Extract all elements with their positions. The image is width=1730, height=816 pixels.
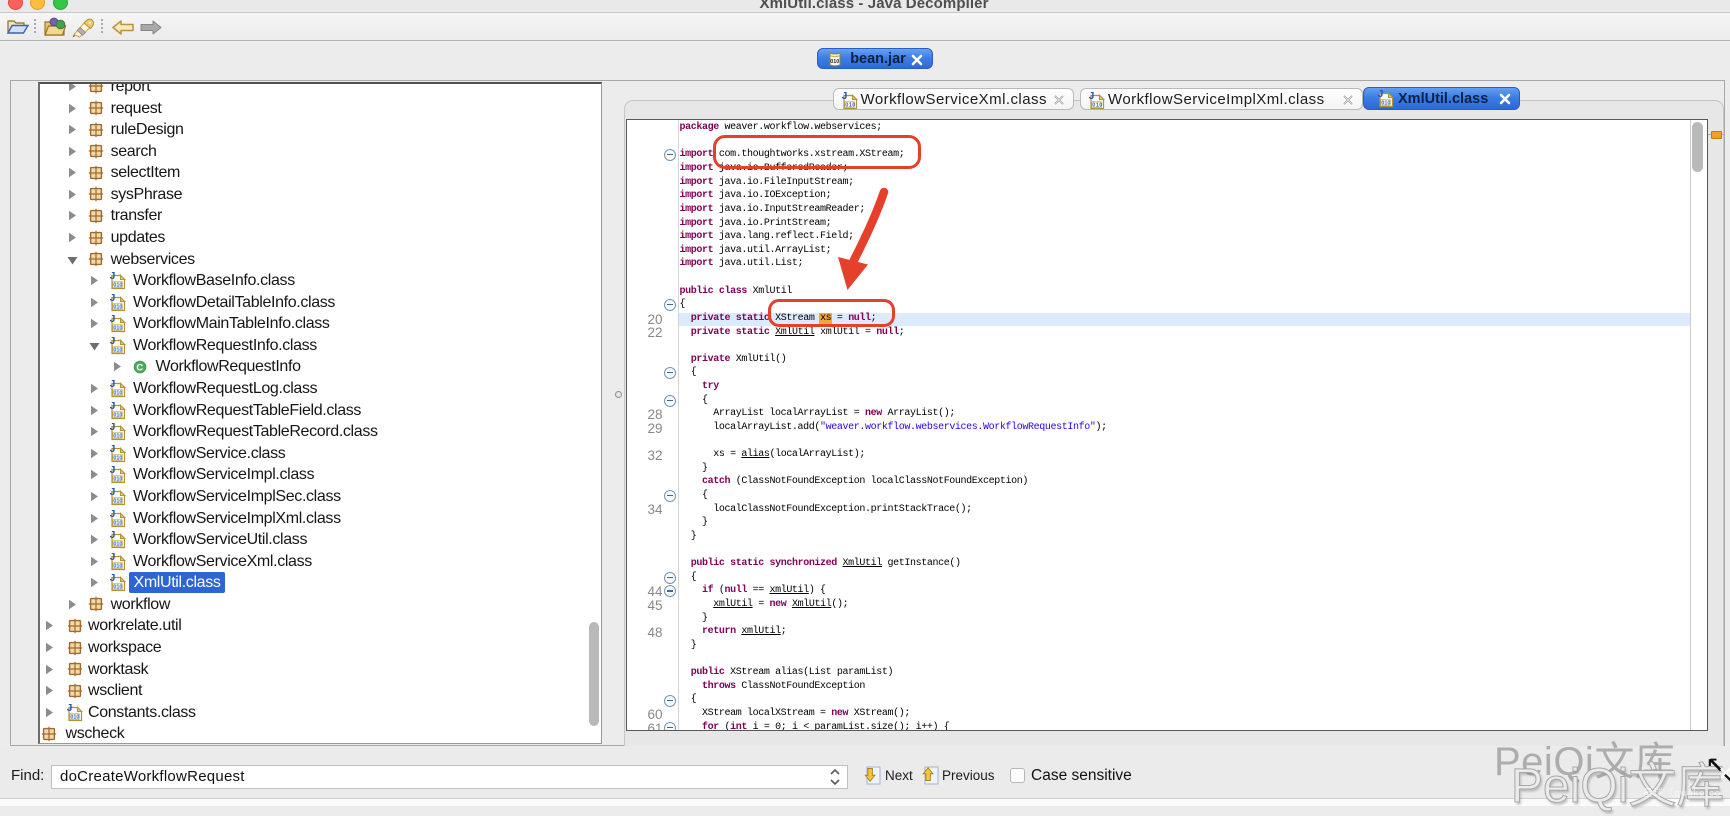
svg-text:J: J	[109, 379, 115, 390]
svg-text:010: 010	[113, 542, 122, 548]
svg-text:010: 010	[845, 102, 855, 108]
svg-text:J: J	[109, 314, 115, 325]
svg-text:010: 010	[113, 585, 122, 591]
svg-text:010: 010	[113, 455, 122, 461]
svg-text:010: 010	[1381, 101, 1390, 107]
svg-text:J: J	[109, 293, 115, 304]
svg-text:J: J	[109, 271, 115, 282]
svg-text:010: 010	[113, 498, 122, 504]
svg-text:010: 010	[1092, 102, 1102, 108]
svg-text:010: 010	[113, 412, 122, 418]
svg-text:010: 010	[113, 391, 122, 397]
svg-text:J: J	[1378, 89, 1384, 100]
svg-text:J: J	[109, 422, 115, 433]
svg-text:010: 010	[113, 520, 122, 526]
svg-text:010: 010	[70, 714, 79, 720]
svg-text:J: J	[841, 91, 847, 102]
svg-text:010: 010	[113, 563, 122, 569]
svg-text:J: J	[109, 487, 115, 498]
svg-text:J: J	[109, 552, 115, 563]
svg-text:J: J	[109, 444, 115, 455]
svg-text:010: 010	[113, 326, 122, 332]
svg-text:J: J	[109, 509, 115, 520]
svg-text:J: J	[109, 530, 115, 541]
svg-text:J: J	[109, 465, 115, 476]
svg-text:J: J	[1089, 91, 1095, 102]
svg-text:J: J	[66, 703, 72, 714]
svg-text:010: 010	[113, 477, 122, 483]
svg-text:J: J	[109, 401, 115, 412]
svg-text:010: 010	[113, 347, 122, 353]
svg-text:010: 010	[830, 59, 839, 65]
svg-text:010: 010	[113, 434, 122, 440]
svg-text:C: C	[136, 362, 143, 373]
svg-text:010: 010	[113, 283, 122, 289]
svg-text:010: 010	[113, 304, 122, 310]
svg-text:J: J	[109, 573, 115, 584]
svg-text:J: J	[109, 336, 115, 347]
